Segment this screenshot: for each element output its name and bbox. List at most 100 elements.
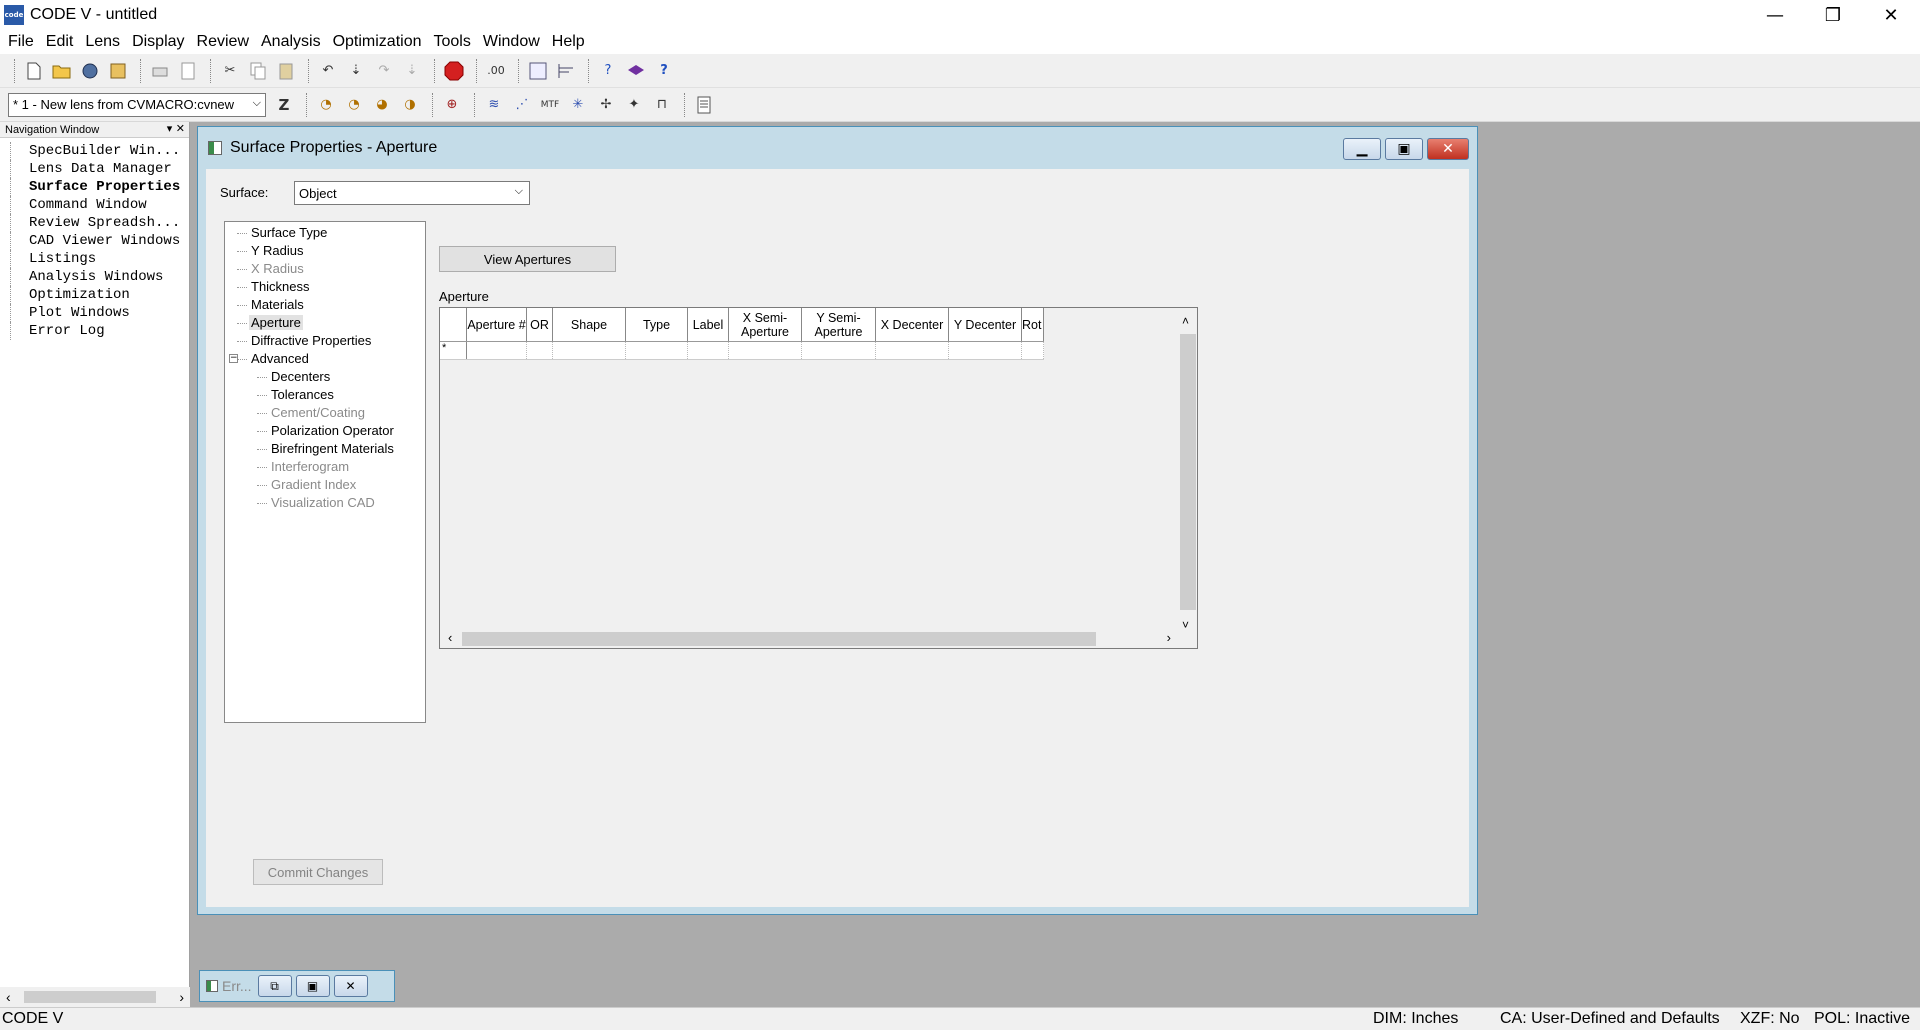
tutorial-icon[interactable] xyxy=(624,59,648,83)
col-label[interactable]: Label xyxy=(688,308,729,341)
lens-selector-dropdown[interactable]: * 1 - New lens from CVMACRO:cvnew ⌵ xyxy=(8,92,266,117)
scroll-left-icon[interactable]: ‹ xyxy=(6,989,11,1005)
cell-shape[interactable] xyxy=(553,342,626,359)
nav-horizontal-scrollbar[interactable]: ‹ › xyxy=(0,987,190,1007)
wavefront-icon[interactable]: ✦ xyxy=(622,93,646,117)
tree-item-interferogram[interactable]: Interferogram xyxy=(225,458,425,476)
spot-diagram-icon[interactable]: ⋰ xyxy=(510,93,534,117)
close-button[interactable]: ✕ xyxy=(1862,0,1920,30)
dialog-maximize-button[interactable]: ▣ xyxy=(1385,138,1423,160)
insert-surface-icon[interactable]: ⊕ xyxy=(440,93,464,117)
undo-icon[interactable]: ↶ xyxy=(316,59,340,83)
cut-icon[interactable]: ✂ xyxy=(218,59,242,83)
nav-item-surface-properties[interactable]: Surface Properties xyxy=(10,178,188,196)
xz-solve-icon[interactable]: ◔ xyxy=(342,93,366,117)
nav-item-lens-data-manager[interactable]: Lens Data Manager xyxy=(10,160,188,178)
tree-item-aperture[interactable]: Aperture xyxy=(225,314,425,332)
menu-lens[interactable]: Lens xyxy=(79,33,126,51)
grid-corner-cell[interactable] xyxy=(440,308,467,341)
table-row[interactable]: * xyxy=(440,342,1044,360)
surface-properties-titlebar[interactable]: Surface Properties - Aperture xyxy=(198,127,1477,169)
col-type[interactable]: Type xyxy=(626,308,688,341)
distortion-icon[interactable]: ✢ xyxy=(594,93,618,117)
cell-label[interactable] xyxy=(688,342,729,359)
menu-window[interactable]: Window xyxy=(477,33,546,51)
tree-item-y-radius[interactable]: Y Radius xyxy=(225,242,425,260)
close-window-icon[interactable]: ✕ xyxy=(333,975,368,997)
cell-aperture-number[interactable] xyxy=(467,342,527,359)
scroll-down-icon[interactable]: ˅ xyxy=(1182,618,1189,632)
z-command-button[interactable]: Z xyxy=(272,93,296,117)
menu-file[interactable]: File xyxy=(2,33,40,51)
undo-dropdown-icon[interactable]: ⇣ xyxy=(344,59,368,83)
nav-item-specbuilder[interactable]: SpecBuilder Win... xyxy=(10,142,188,160)
tree-item-diffractive-properties[interactable]: Diffractive Properties xyxy=(225,332,425,350)
tree-item-surface-type[interactable]: Surface Type xyxy=(225,224,425,242)
col-x-decenter[interactable]: X Decenter xyxy=(876,308,949,341)
tree-item-x-radius[interactable]: X Radius xyxy=(225,260,425,278)
nav-scroll-thumb[interactable] xyxy=(24,991,156,1003)
whats-this-help-icon[interactable]: ? xyxy=(652,59,676,83)
col-rot[interactable]: Rot xyxy=(1022,308,1044,341)
print-icon[interactable] xyxy=(148,59,172,83)
minimize-button[interactable]: — xyxy=(1746,0,1804,30)
col-aperture-number[interactable]: Aperture # xyxy=(467,308,527,341)
copy-icon[interactable] xyxy=(246,59,270,83)
scroll-right-icon[interactable]: › xyxy=(1167,630,1171,645)
variable-icon[interactable]: ◑ xyxy=(398,93,422,117)
ray-aberration-icon[interactable]: ≋ xyxy=(482,93,506,117)
menu-tools[interactable]: Tools xyxy=(428,33,477,51)
open-folder-icon[interactable] xyxy=(50,59,74,83)
paste-icon[interactable] xyxy=(274,59,298,83)
col-shape[interactable]: Shape xyxy=(553,308,626,341)
tree-item-birefringent-materials[interactable]: Birefringent Materials xyxy=(225,440,425,458)
nav-item-plot-windows[interactable]: Plot Windows xyxy=(10,304,188,322)
nav-item-command-window[interactable]: Command Window xyxy=(10,196,188,214)
yz-solve-icon[interactable]: ◔ xyxy=(314,93,338,117)
nav-item-listings[interactable]: Listings xyxy=(10,250,188,268)
redo-icon[interactable]: ↷ xyxy=(372,59,396,83)
field-curves-icon[interactable]: ✳ xyxy=(566,93,590,117)
listing-icon[interactable] xyxy=(692,93,716,117)
dialog-minimize-button[interactable]: ▁ xyxy=(1343,138,1381,160)
mtf-icon[interactable]: MTF xyxy=(538,93,562,117)
view-apertures-button[interactable]: View Apertures xyxy=(439,246,616,272)
col-y-semi-aperture[interactable]: Y Semi-Aperture xyxy=(802,308,876,341)
restore-window-icon[interactable]: ⧉ xyxy=(257,975,292,997)
scroll-up-icon[interactable]: ˄ xyxy=(1182,314,1189,328)
save-icon[interactable] xyxy=(78,59,102,83)
commit-changes-button[interactable]: Commit Changes xyxy=(253,859,383,885)
grid-hscroll-thumb[interactable] xyxy=(462,632,1096,646)
menu-display[interactable]: Display xyxy=(126,33,190,51)
nav-item-review-spreadsheet[interactable]: Review Spreadsh... xyxy=(10,214,188,232)
cell-y-decenter[interactable] xyxy=(949,342,1022,359)
redo-dropdown-icon[interactable]: ⇣ xyxy=(400,59,424,83)
menu-edit[interactable]: Edit xyxy=(40,33,80,51)
scroll-left-icon[interactable]: ‹ xyxy=(448,630,452,645)
cell-type[interactable] xyxy=(626,342,688,359)
new-file-icon[interactable] xyxy=(22,59,46,83)
tree-item-decenters[interactable]: Decenters xyxy=(225,368,425,386)
scroll-right-icon[interactable]: › xyxy=(179,989,184,1005)
help-icon[interactable]: ? xyxy=(596,59,620,83)
cell-rot[interactable] xyxy=(1022,342,1044,359)
tree-item-materials[interactable]: Materials xyxy=(225,296,425,314)
menu-optimization[interactable]: Optimization xyxy=(327,33,428,51)
menu-help[interactable]: Help xyxy=(546,33,591,51)
col-or[interactable]: OR xyxy=(527,308,553,341)
menu-analysis[interactable]: Analysis xyxy=(255,33,327,51)
surface-dropdown[interactable]: Object ⌵ xyxy=(294,181,530,205)
pickup-solve-icon[interactable]: ◕ xyxy=(370,93,394,117)
dialog-close-button[interactable]: ✕ xyxy=(1427,138,1469,160)
cell-x-decenter[interactable] xyxy=(876,342,949,359)
nav-item-error-log[interactable]: Error Log xyxy=(10,322,188,340)
collapse-icon[interactable]: − xyxy=(229,354,238,363)
cell-or[interactable] xyxy=(527,342,553,359)
tree-item-cement-coating[interactable]: Cement/Coating xyxy=(225,404,425,422)
tree-item-tolerances[interactable]: Tolerances xyxy=(225,386,425,404)
stop-icon[interactable] xyxy=(442,59,466,83)
nav-item-optimization[interactable]: Optimization xyxy=(10,286,188,304)
grid-horizontal-scrollbar[interactable]: ‹ › xyxy=(440,630,1181,648)
print-preview-icon[interactable] xyxy=(176,59,200,83)
grid-vscroll-thumb[interactable] xyxy=(1180,334,1196,610)
